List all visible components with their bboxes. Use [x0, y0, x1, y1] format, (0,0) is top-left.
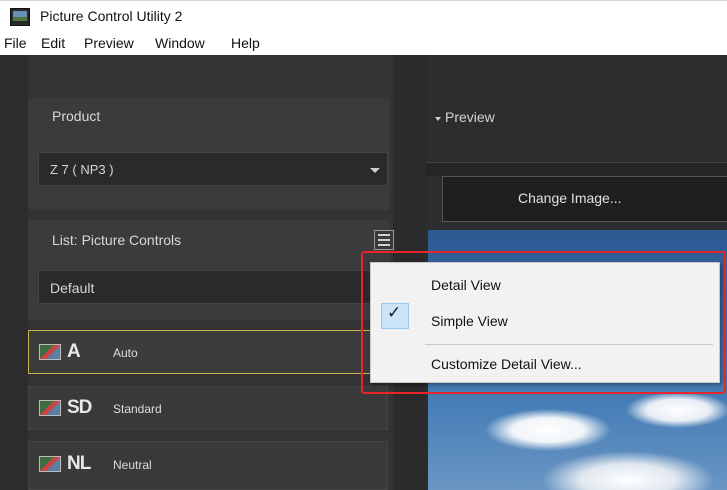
picture-control-icon: [39, 344, 61, 360]
picture-control-name: Neutral: [113, 458, 152, 472]
collapse-arrow-icon[interactable]: [435, 117, 441, 121]
picture-control-name: Standard: [113, 402, 162, 416]
chevron-down-icon: [370, 168, 380, 173]
picture-control-code: NL: [67, 453, 91, 474]
picture-control-icon: [39, 456, 61, 472]
product-dropdown-value: Z 7 ( NP3 ): [50, 162, 114, 177]
app-icon: [10, 8, 30, 26]
menu-edit[interactable]: Edit: [41, 35, 65, 51]
list-item-auto[interactable]: A Auto: [28, 330, 388, 374]
preview-title: Preview: [445, 109, 495, 125]
product-label: Product: [52, 108, 101, 124]
list-filter-value: Default: [50, 280, 95, 296]
picture-control-code: A: [67, 341, 81, 362]
picture-control-code: SD: [67, 397, 92, 418]
change-image-label: Change Image...: [518, 190, 622, 206]
menu-help[interactable]: Help: [231, 35, 260, 51]
list-label: List: Picture Controls: [52, 232, 182, 248]
highlight-box: [361, 251, 726, 394]
picture-control-icon: [39, 400, 61, 416]
list-item-standard[interactable]: SD Standard: [28, 386, 388, 430]
picture-control-name: Auto: [113, 346, 138, 360]
list-view-icon[interactable]: [374, 230, 394, 250]
preview-toolbar: [426, 162, 727, 176]
menu-preview[interactable]: Preview: [84, 35, 134, 51]
menu-file[interactable]: File: [4, 35, 27, 51]
window-title: Picture Control Utility 2: [40, 8, 183, 24]
menu-window[interactable]: Window: [155, 35, 205, 51]
list-item-neutral[interactable]: NL Neutral: [28, 441, 388, 490]
